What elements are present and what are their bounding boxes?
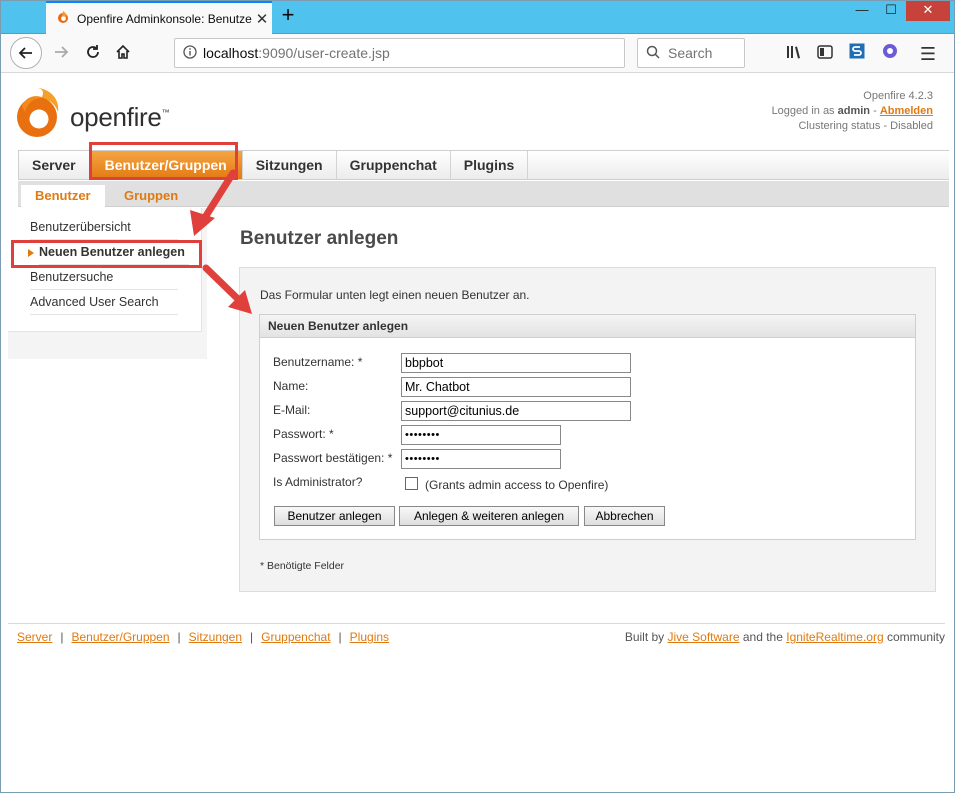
logout-link[interactable]: Abmelden	[880, 105, 933, 117]
name-field[interactable]: Mr. Chatbot	[401, 377, 631, 397]
search-icon	[646, 45, 660, 62]
footer-separator: |	[60, 630, 64, 644]
password-confirm-field[interactable]: ••••••••	[401, 449, 561, 469]
logo-text: openfire	[70, 102, 162, 132]
sidebar-item-user-overview[interactable]: Benutzerübersicht	[30, 215, 178, 240]
password-field[interactable]: ••••••••	[401, 425, 561, 445]
community-text: community	[883, 630, 945, 644]
sidebar-item-user-search[interactable]: Benutzersuche	[30, 265, 178, 290]
forward-icon[interactable]	[46, 39, 76, 69]
new-tab-button[interactable]: +	[276, 3, 300, 29]
footer-link-users-groups[interactable]: Benutzer/Gruppen	[71, 630, 169, 644]
admin-label: Is Administrator?	[273, 475, 363, 489]
footer-separator: |	[338, 630, 342, 644]
nav-sessions[interactable]: Sitzungen	[243, 151, 337, 179]
search-input[interactable]: Search	[637, 38, 745, 68]
reload-icon[interactable]	[78, 39, 108, 69]
footer-link-plugins[interactable]: Plugins	[350, 630, 389, 644]
ignite-link[interactable]: IgniteRealtime.org	[786, 630, 883, 644]
footer-separator: |	[250, 630, 254, 644]
openfire-flame-icon	[17, 88, 59, 137]
menu-icon[interactable]: ☰	[917, 43, 939, 65]
page: openfire™ Openfire 4.2.3 Logged in as ad…	[0, 74, 955, 793]
close-tab-icon[interactable]: ✕	[252, 10, 272, 28]
browser-titlebar: Openfire Adminkonsole: Benutzer ✕ + — ☐ …	[0, 0, 955, 34]
highlight-box-nav	[89, 142, 238, 180]
logged-in-user: admin	[837, 105, 871, 117]
nav-group-chat[interactable]: Gruppenchat	[337, 151, 451, 179]
intro-text: Das Formular unten legt einen neuen Benu…	[260, 288, 530, 302]
url-bar[interactable]: localhost:9090/user-create.jsp	[174, 38, 625, 68]
tab-title: Openfire Adminkonsole: Benutzer	[77, 11, 252, 26]
footer-link-sessions[interactable]: Sitzungen	[189, 630, 242, 644]
search-placeholder: Search	[668, 45, 713, 61]
subnav-users[interactable]: Benutzer	[21, 185, 105, 207]
sidebar: Benutzerübersicht Neuen Benutzer anlegen…	[8, 208, 207, 359]
home-icon[interactable]	[108, 39, 138, 69]
openfire-logo[interactable]: openfire™	[16, 84, 176, 140]
page-info-icon[interactable]	[183, 44, 197, 62]
fieldset-title: Neuen Benutzer anlegen	[260, 315, 915, 338]
cancel-button[interactable]: Abbrechen	[584, 506, 665, 526]
footer-link-server[interactable]: Server	[17, 630, 52, 644]
highlight-box-sidebar	[11, 240, 202, 268]
sidebar-icon[interactable]	[814, 43, 836, 65]
create-another-button[interactable]: Anlegen & weiteren anlegen	[399, 506, 579, 526]
logged-in-label: Logged in as	[771, 105, 838, 117]
url-host: localhost	[203, 45, 259, 61]
username-field[interactable]: bbpbot	[401, 353, 631, 373]
sidebar-item-advanced-search[interactable]: Advanced User Search	[30, 290, 178, 315]
footer-link-group-chat[interactable]: Gruppenchat	[261, 630, 330, 644]
header-info: Openfire 4.2.3 Logged in as admin - Abme…	[772, 89, 933, 134]
logo-trademark: ™	[161, 108, 170, 117]
close-window-button[interactable]: ✕	[906, 1, 950, 21]
content-box: Das Formular unten legt einen neuen Benu…	[239, 267, 936, 592]
subnav-groups[interactable]: Gruppen	[110, 185, 192, 207]
jive-link[interactable]: Jive Software	[668, 630, 740, 644]
create-user-fieldset: Neuen Benutzer anlegen Benutzername: * b…	[259, 314, 916, 540]
required-note: * Benötigte Felder	[260, 560, 345, 572]
version-text: Openfire 4.2.3	[863, 90, 933, 102]
back-icon[interactable]	[10, 37, 42, 69]
page-title: Benutzer anlegen	[240, 228, 399, 249]
extension-icon[interactable]	[879, 43, 901, 65]
bookmark-icon[interactable]	[846, 43, 868, 65]
nav-plugins[interactable]: Plugins	[451, 151, 529, 179]
browser-tab[interactable]: Openfire Adminkonsole: Benutzer ✕	[46, 1, 272, 34]
nav-server[interactable]: Server	[19, 151, 90, 179]
library-icon[interactable]	[783, 43, 805, 65]
header-dash: -	[870, 105, 880, 117]
footer-separator: |	[177, 630, 181, 644]
clustering-status: Clustering status - Disabled	[798, 120, 933, 132]
email-label: E-Mail:	[273, 403, 311, 417]
footer: Server | Benutzer/Gruppen | Sitzungen | Gruppe…	[8, 623, 945, 651]
and-the-text: and the	[739, 630, 787, 644]
openfire-flame-icon	[56, 10, 70, 27]
password-label: Passwort: *	[273, 427, 334, 441]
admin-hint: (Grants admin access to Openfire)	[425, 478, 609, 492]
footer-links: Server | Benutzer/Gruppen | Sitzungen | Gruppe…	[17, 630, 389, 644]
browser-toolbar: localhost:9090/user-create.jsp Search ☰	[0, 34, 955, 73]
name-label: Name:	[273, 379, 309, 393]
admin-checkbox[interactable]	[405, 477, 418, 490]
username-label: Benutzername: *	[273, 355, 363, 369]
maximize-button[interactable]: ☐	[877, 1, 905, 21]
built-by-text: Built by	[624, 630, 668, 644]
sub-nav: Benutzer Gruppen	[18, 181, 949, 207]
email-field[interactable]: support@citunius.de	[401, 401, 631, 421]
password-confirm-label: Passwort bestätigen: *	[273, 451, 393, 465]
footer-credit: Built by Jive Software and the IgniteRea…	[625, 630, 945, 644]
url-path: :9090/user-create.jsp	[258, 45, 390, 61]
create-user-button[interactable]: Benutzer anlegen	[274, 506, 395, 526]
minimize-button[interactable]: —	[848, 1, 876, 21]
